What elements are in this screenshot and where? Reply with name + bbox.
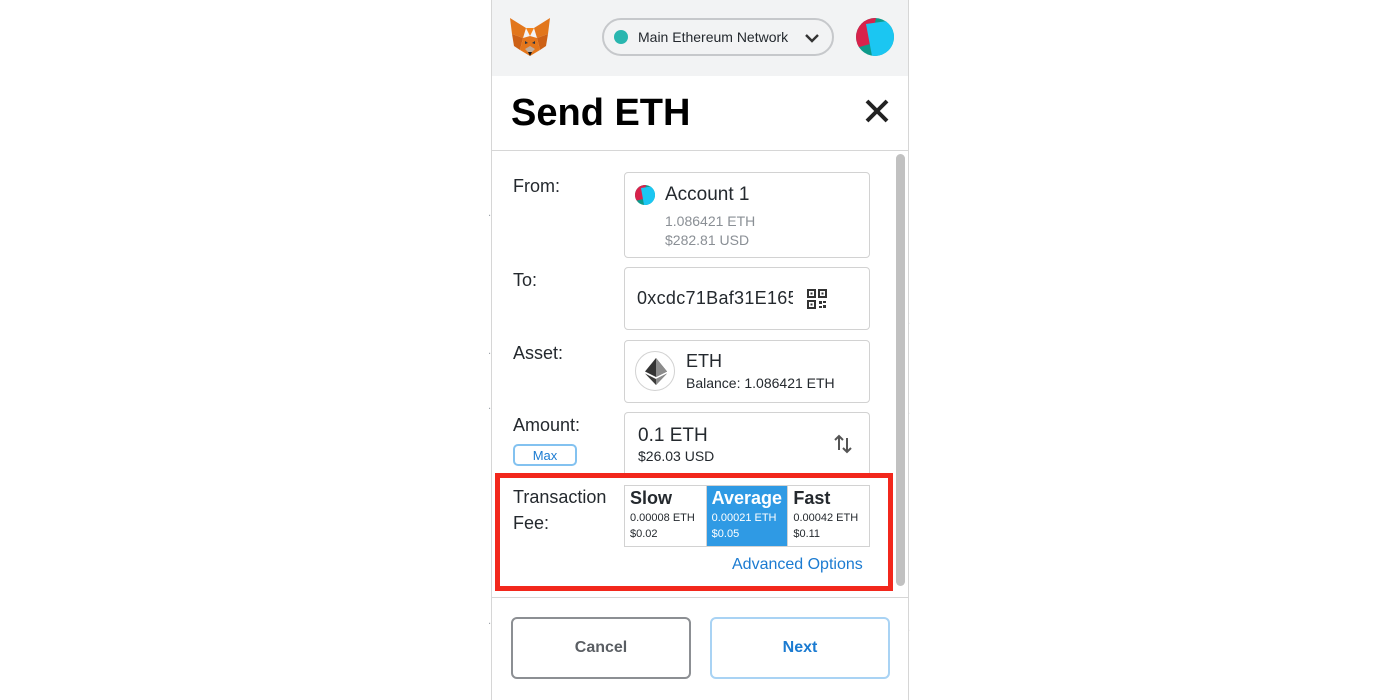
asset-label: Asset: — [513, 343, 564, 363]
swap-currency-icon[interactable] — [833, 433, 853, 455]
asset-selector[interactable]: ETH Balance: 1.086421 ETH — [624, 340, 870, 403]
fee-option-fast[interactable]: Fast 0.00042 ETH $0.11 — [787, 486, 869, 546]
amount-value: 0.1 ETH — [638, 425, 708, 446]
app-header: Main Ethereum Network — [492, 0, 908, 76]
metamask-fox-icon[interactable] — [508, 16, 552, 58]
asset-name: ETH — [686, 351, 722, 371]
fee-option-usd: $0.11 — [793, 528, 821, 540]
account-balance-usd: $282.81 USD — [665, 232, 750, 248]
next-button[interactable]: Next — [710, 617, 890, 679]
fee-option-usd: $0.02 — [630, 528, 658, 540]
fee-option-name: Slow — [630, 488, 673, 508]
footer-divider — [492, 597, 908, 598]
amount-input[interactable]: 0.1 ETH $26.03 USD — [624, 412, 870, 474]
fee-options: Slow 0.00008 ETH $0.02 Average 0.00021 E… — [624, 485, 870, 547]
network-label: Main Ethereum Network — [638, 29, 789, 45]
qr-code-icon[interactable] — [807, 289, 827, 309]
fee-option-slow[interactable]: Slow 0.00008 ETH $0.02 — [625, 486, 706, 546]
amount-label: Amount: — [513, 415, 581, 435]
fee-option-eth: 0.00008 ETH — [630, 512, 695, 524]
to-label: To: — [513, 270, 538, 290]
cancel-button[interactable]: Cancel — [511, 617, 691, 679]
fee-label-line2: Fee: — [513, 513, 550, 533]
from-account-selector[interactable]: Account 1 1.086421 ETH $282.81 USD — [624, 172, 870, 258]
fee-option-eth: 0.00042 ETH — [793, 512, 859, 524]
identicon-icon — [856, 18, 894, 56]
fee-option-usd: $0.05 — [711, 528, 740, 540]
from-label: From: — [513, 176, 560, 196]
recipient-field[interactable]: 0xcdc71Baf31E165 — [624, 267, 870, 330]
asset-balance: Balance: 1.086421 ETH — [686, 375, 835, 391]
chevron-down-icon — [805, 34, 819, 43]
eth-token-icon — [635, 351, 675, 391]
recipient-address: 0xcdc71Baf31E165 — [637, 288, 793, 308]
page-title: Send ETH — [511, 92, 691, 134]
network-selector[interactable]: Main Ethereum Network — [602, 18, 834, 56]
account-name: Account 1 — [665, 184, 750, 205]
fee-option-name: Fast — [793, 488, 831, 508]
advanced-options-link[interactable]: Advanced Options — [732, 556, 863, 574]
fee-option-eth: 0.00021 ETH — [711, 512, 777, 524]
account-balance-eth: 1.086421 ETH — [665, 213, 756, 229]
max-button[interactable]: Max — [513, 444, 577, 466]
close-icon[interactable] — [862, 96, 892, 126]
amount-usd: $26.03 USD — [638, 448, 715, 464]
send-header: Send ETH — [492, 76, 908, 151]
account-avatar[interactable] — [856, 18, 894, 56]
account-identicon-icon — [635, 185, 655, 205]
ethereum-icon — [645, 358, 667, 385]
fee-option-name: Average — [711, 488, 783, 508]
fee-label-line1: Transaction — [513, 487, 607, 507]
scrollbar[interactable] — [896, 154, 905, 586]
wallet-popup: Main Ethereum Network Send ETH From: Acc… — [491, 0, 909, 700]
network-status-dot — [614, 30, 628, 44]
fee-option-average[interactable]: Average 0.00021 ETH $0.05 — [705, 486, 788, 546]
